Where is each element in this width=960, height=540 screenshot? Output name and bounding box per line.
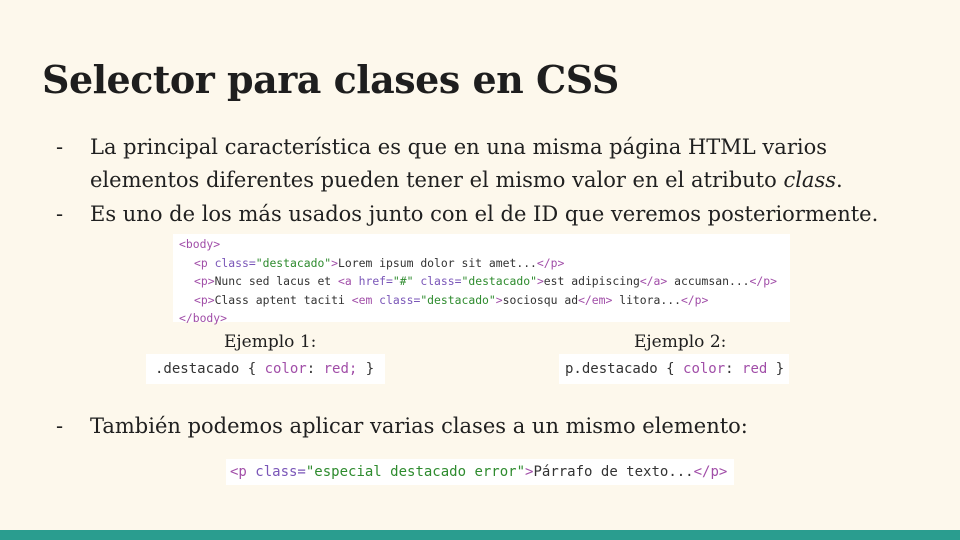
code-line: <body> bbox=[179, 235, 790, 254]
code-token: } bbox=[357, 361, 375, 377]
css-example-2: p.destacado { color: red } bbox=[559, 354, 789, 384]
code-token: est adipiscing bbox=[543, 274, 640, 288]
bullet-dash: - bbox=[56, 414, 64, 438]
code-token: "destacado" bbox=[255, 255, 332, 270]
example-1-label: Ejemplo 1: bbox=[224, 332, 317, 352]
code-token: > bbox=[495, 292, 503, 307]
code-token: </p> bbox=[536, 255, 565, 270]
code-line: </body> bbox=[179, 309, 790, 328]
code-token: </em> bbox=[578, 292, 613, 307]
code-token: color bbox=[683, 361, 726, 377]
bullet-text: Es uno de los más usados junto con el de… bbox=[90, 202, 879, 226]
code-token: color bbox=[264, 361, 307, 377]
code-token: } bbox=[767, 361, 785, 377]
bullet-dash: - bbox=[56, 202, 64, 226]
bullet-text-part: . bbox=[836, 168, 843, 192]
code-token: </p> bbox=[749, 274, 777, 288]
code-token: class= bbox=[207, 255, 256, 270]
code-token: .destacado { bbox=[155, 361, 265, 377]
code-token: </a> bbox=[639, 274, 668, 288]
code-token: <a bbox=[338, 274, 352, 288]
code-token: <em bbox=[351, 292, 373, 307]
code-token: <p> bbox=[194, 274, 215, 288]
bullet-text-part: La principal característica es que en un… bbox=[90, 135, 827, 192]
code-token: </p> bbox=[680, 292, 709, 307]
bullet-dash: - bbox=[56, 135, 64, 159]
code-token: Class aptent taciti bbox=[214, 292, 352, 307]
code-token: litora... bbox=[612, 292, 681, 307]
html-multi-class-code: <p class="especial destacado error">Párr… bbox=[226, 459, 734, 485]
bullet-text-emphasis: class bbox=[783, 168, 837, 192]
code-line: <p class="especial destacado error">Párr… bbox=[230, 464, 727, 480]
code-token: : bbox=[306, 361, 324, 377]
code-token: p.destacado { bbox=[565, 361, 684, 377]
code-token: "destacado" bbox=[461, 274, 537, 288]
code-token: class= bbox=[372, 292, 421, 307]
code-line: <p>Nunc sed lacus et <a href="#" class="… bbox=[179, 272, 790, 291]
code-token: "destacado" bbox=[420, 292, 496, 307]
code-line: .destacado { color: red; } bbox=[155, 361, 374, 377]
code-token: class= bbox=[246, 464, 306, 480]
html-code-block: <body> <p class="destacado">Lorem ipsum … bbox=[173, 234, 790, 325]
footer-accent-bar bbox=[0, 530, 960, 540]
css-example-1: .destacado { color: red; } bbox=[146, 354, 385, 384]
code-token: > bbox=[536, 274, 544, 288]
code-token: Párrafo de texto... bbox=[533, 464, 694, 480]
code-token: </body> bbox=[179, 311, 228, 325]
slide-title: Selector para clases en CSS bbox=[42, 57, 619, 102]
code-token: red bbox=[742, 361, 768, 377]
code-token: : bbox=[725, 361, 743, 377]
code-token: red; bbox=[323, 361, 358, 377]
code-token: href= bbox=[351, 274, 393, 288]
code-token: "especial destacado error" bbox=[305, 464, 526, 480]
code-token: <p> bbox=[194, 292, 215, 307]
code-token: </p> bbox=[693, 464, 728, 480]
code-token: > bbox=[331, 255, 339, 270]
code-token: class= bbox=[413, 274, 462, 288]
code-token: "#" bbox=[392, 274, 414, 288]
code-token: <body> bbox=[179, 237, 221, 251]
code-line: <p>Class aptent taciti <em class="destac… bbox=[179, 291, 790, 310]
code-token: sociosqu ad bbox=[502, 292, 579, 307]
code-line: <p class="destacado">Lorem ipsum dolor s… bbox=[179, 254, 790, 273]
code-token: <p bbox=[194, 255, 208, 270]
code-token: <p bbox=[230, 464, 247, 480]
code-token: Nunc sed lacus et bbox=[214, 274, 339, 288]
code-token: Lorem ipsum dolor sit amet... bbox=[338, 255, 537, 270]
example-2-label: Ejemplo 2: bbox=[634, 332, 727, 352]
bullet-text: También podemos aplicar varias clases a … bbox=[90, 414, 748, 438]
code-line: p.destacado { color: red } bbox=[565, 361, 784, 377]
bullet-text: La principal característica es que en un… bbox=[90, 131, 940, 197]
code-token: accumsan... bbox=[667, 274, 750, 288]
